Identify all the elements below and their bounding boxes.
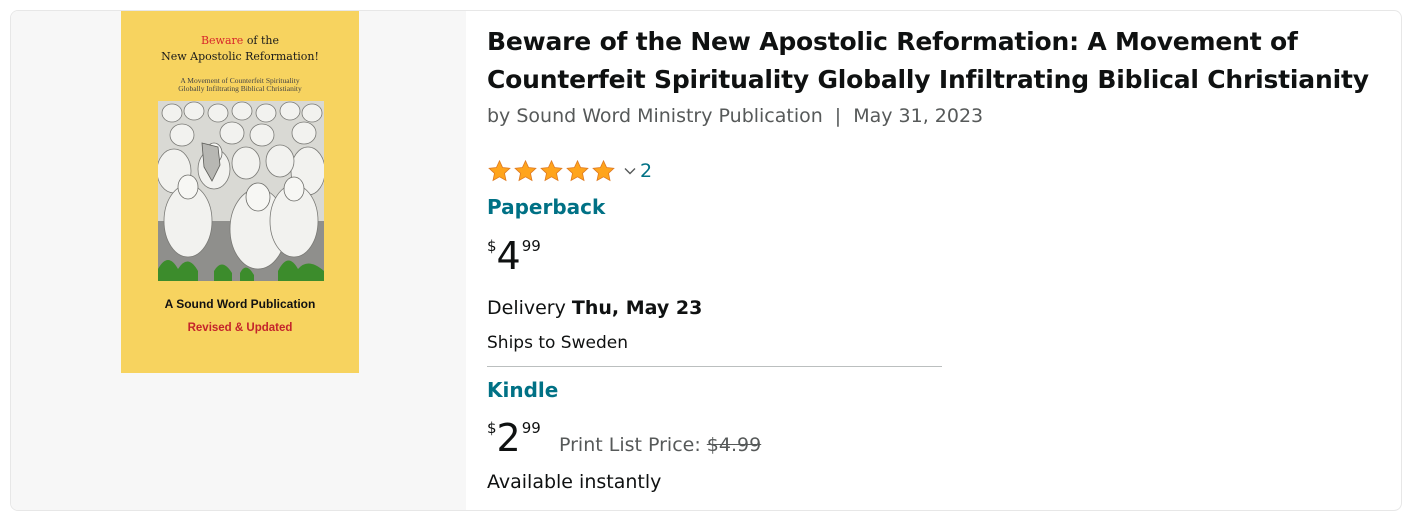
sheep-illustration: [158, 101, 324, 281]
product-info: Beware of the New Apostolic Reformation:…: [487, 23, 1387, 493]
format-kindle-link[interactable]: Kindle: [487, 378, 558, 402]
cover-subtitle-line2: Globally Infiltrating Biblical Christian…: [178, 84, 302, 93]
product-image-panel: Beware of the New Apostolic Reformation!…: [11, 11, 466, 510]
byline: by Sound Word Ministry Publication | May 3…: [487, 103, 1387, 129]
product-title-link[interactable]: Beware of the New Apostolic Reformation:…: [487, 23, 1387, 99]
rating-count-link[interactable]: 2: [640, 160, 652, 182]
format-paperback-link[interactable]: Paperback: [487, 195, 605, 219]
publication-date: May 31, 2023: [853, 105, 984, 127]
price-whole: 4: [496, 234, 521, 278]
delivery-date: Thu, May 23: [571, 297, 703, 319]
cover-revised-label: Revised & Updated: [187, 322, 293, 334]
star-icon: [488, 159, 511, 182]
format-divider: [487, 366, 942, 367]
star-icon: [514, 159, 537, 182]
star-icon: [592, 159, 615, 182]
availability-text: Available instantly: [487, 471, 662, 493]
ships-to-text: Ships to Sweden: [487, 333, 628, 353]
print-list-price: Print List Price: $4.99: [559, 434, 761, 456]
kindle-price[interactable]: $ 2 99: [487, 417, 541, 459]
cover-title-rest: of the: [246, 34, 280, 47]
list-price-label: Print List Price:: [559, 434, 701, 456]
star-rating[interactable]: [487, 159, 616, 183]
book-cover-image[interactable]: Beware of the New Apostolic Reformation!…: [121, 11, 359, 373]
cover-title-line2: New Apostolic Reformation!: [161, 50, 319, 63]
cover-title-red: Beware: [200, 34, 244, 47]
list-price-value: $4.99: [706, 434, 762, 456]
cover-subtitle: A Movement of Counterfeit Spirituality G…: [121, 77, 359, 93]
author-text: by Sound Word Ministry Publication: [487, 105, 823, 127]
delivery-info: Delivery Thu, May 23: [487, 297, 702, 319]
price-fraction: 99: [521, 237, 541, 255]
delivery-label: Delivery: [487, 297, 566, 319]
price-fraction: 99: [521, 419, 541, 437]
price-currency: $: [487, 237, 497, 255]
cover-title: Beware of the New Apostolic Reformation!: [121, 33, 359, 65]
byline-separator: |: [834, 105, 842, 127]
rating-row[interactable]: 2: [487, 159, 652, 183]
search-result-card: Beware of the New Apostolic Reformation!…: [10, 10, 1402, 511]
cover-publisher: A Sound Word Publication: [164, 297, 316, 311]
price-whole: 2: [496, 416, 521, 460]
star-icon: [540, 159, 563, 182]
star-icon: [566, 159, 589, 182]
chevron-down-icon[interactable]: [624, 167, 636, 175]
price-currency: $: [487, 419, 497, 437]
paperback-price[interactable]: $ 4 99: [487, 235, 541, 277]
